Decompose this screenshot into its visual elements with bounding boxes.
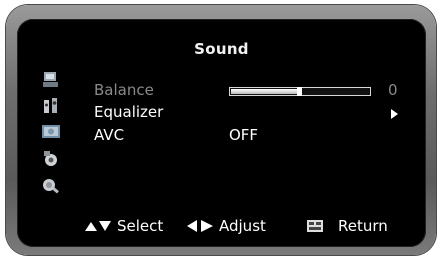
adjust-label: Adjust: [219, 217, 266, 235]
up-down-arrows-icon: [85, 221, 111, 231]
avc-label[interactable]: AVC: [94, 126, 124, 144]
footer-adjust: Adjust: [185, 217, 266, 235]
picture-icon[interactable]: [41, 71, 61, 89]
feature-icon[interactable]: [41, 177, 61, 195]
left-right-arrows-icon: [187, 220, 213, 232]
avc-value[interactable]: OFF: [229, 126, 258, 144]
footer-return: Return: [306, 217, 388, 235]
sound-icon[interactable]: [41, 97, 61, 115]
menu-key-icon: [307, 220, 323, 232]
select-label: Select: [117, 217, 164, 235]
return-label: Return: [338, 217, 388, 235]
osd-screen: Sound Balance 0 Equalizer AVC OFF Select…: [17, 19, 426, 247]
equalizer-label[interactable]: Equalizer: [94, 103, 163, 121]
balance-label[interactable]: Balance: [94, 81, 154, 99]
chevron-right-icon[interactable]: [391, 109, 398, 119]
balance-slider-fill: [231, 89, 300, 94]
balance-slider-knob[interactable]: [297, 87, 302, 96]
menu-title: Sound: [194, 40, 249, 58]
footer-select: Select: [83, 217, 163, 235]
balance-value: 0: [388, 81, 398, 99]
balance-slider[interactable]: [229, 87, 371, 96]
screen-icon[interactable]: [41, 123, 61, 141]
settings-icon[interactable]: [41, 150, 61, 168]
